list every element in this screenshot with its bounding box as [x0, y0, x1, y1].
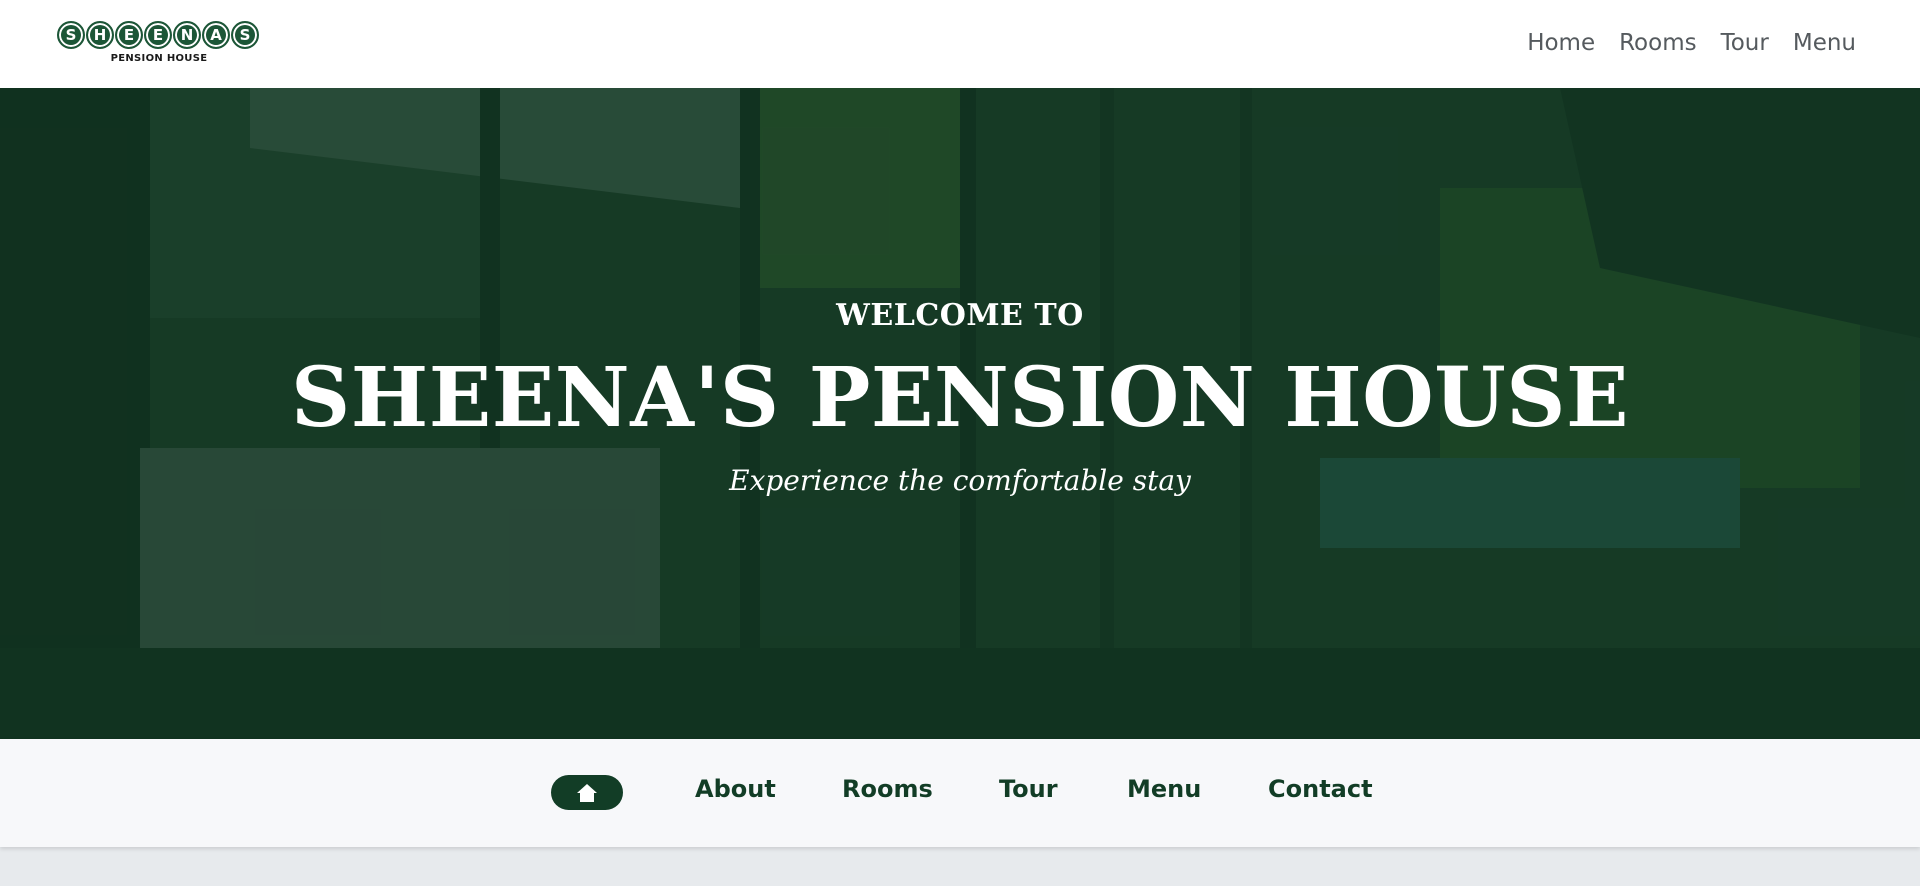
- top-nav-rooms[interactable]: Rooms: [1619, 30, 1696, 56]
- section-navigation: About Rooms Tour Menu Contact: [0, 739, 1920, 847]
- logo-letter: E: [144, 21, 172, 49]
- logo-letter: E: [115, 21, 143, 49]
- top-nav-menu[interactable]: Menu: [1793, 30, 1856, 56]
- hero-title: SHEENA'S PENSION HOUSE: [291, 350, 1629, 446]
- top-navigation: Home Rooms Tour Menu: [1527, 30, 1856, 56]
- top-nav-home[interactable]: Home: [1527, 30, 1595, 56]
- logo-letter: A: [202, 21, 230, 49]
- logo-letter: H: [86, 21, 114, 49]
- home-icon: [577, 783, 597, 802]
- logo-letter: S: [231, 21, 259, 49]
- brand-logo[interactable]: S H E E N A S PENSION HOUSE: [57, 21, 261, 67]
- logo-letter: S: [57, 21, 85, 49]
- logo-letters: S H E E N A S: [57, 21, 261, 52]
- home-button[interactable]: [551, 775, 623, 810]
- section-nav-rooms[interactable]: Rooms: [842, 775, 933, 803]
- logo-subtitle: PENSION HOUSE: [110, 53, 208, 64]
- site-header: S H E E N A S PENSION HOUSE Home Rooms T…: [0, 0, 1920, 88]
- hero-tagline: Experience the comfortable stay: [729, 464, 1191, 497]
- section-nav-about[interactable]: About: [695, 775, 776, 803]
- section-nav-tour[interactable]: Tour: [999, 775, 1058, 803]
- hero-banner: WELCOME TO SHEENA'S PENSION HOUSE Experi…: [0, 88, 1920, 739]
- hero-welcome: WELCOME TO: [836, 298, 1084, 333]
- logo-letter: N: [173, 21, 201, 49]
- section-nav-menu[interactable]: Menu: [1127, 775, 1201, 803]
- top-nav-tour[interactable]: Tour: [1721, 30, 1769, 56]
- section-nav-contact[interactable]: Contact: [1268, 775, 1373, 803]
